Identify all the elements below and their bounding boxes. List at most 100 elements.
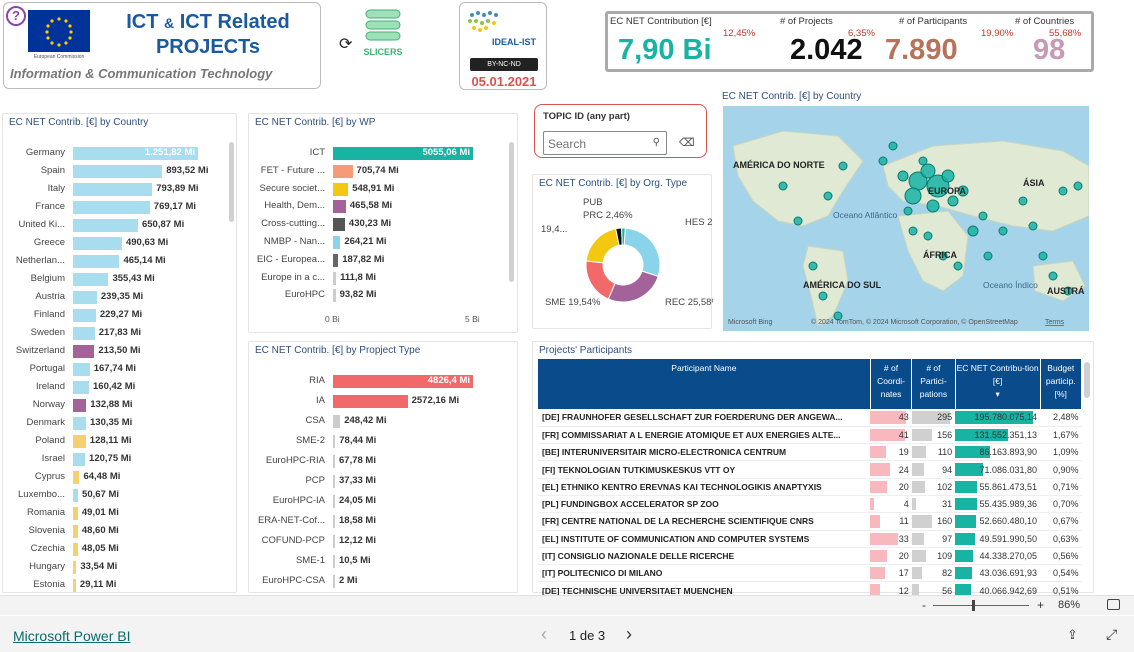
bar-mark[interactable] [73, 489, 79, 502]
bar-mark[interactable] [333, 495, 335, 508]
table-row[interactable]: [EL] INSTITUTE OF COMMUNICATION AND COMP… [538, 530, 1082, 548]
map-bubble[interactable] [923, 231, 933, 241]
powerbi-link[interactable]: Microsoft Power BI [13, 628, 130, 644]
bar-mark[interactable] [73, 507, 78, 520]
donut-slice[interactable] [585, 260, 616, 300]
bar-row[interactable]: EuroHPC-CSA 2 Mi [249, 574, 511, 590]
table-row[interactable]: [PL] FUNDINGBOX ACCELERATOR SP ZOO 4 31 55.… [538, 495, 1082, 514]
bar-row[interactable]: Sweden 217,83 Mi [3, 326, 233, 342]
bar-mark[interactable] [333, 289, 336, 303]
col-coordinates[interactable]: # of Coordi-nates [870, 359, 913, 409]
bar-mark[interactable] [73, 471, 80, 484]
map-bubble[interactable] [978, 211, 988, 221]
table-row[interactable]: [FR] COMMISSARIAT A L ENERGIE ATOMIQUE E… [538, 426, 1082, 445]
map-bubble[interactable] [1058, 186, 1068, 196]
bar-mark[interactable] [73, 237, 122, 250]
search-icon[interactable]: ⚲ [653, 137, 660, 148]
map-bubble[interactable] [838, 161, 848, 171]
map-bubble[interactable] [897, 170, 909, 182]
bar-mark[interactable] [73, 345, 95, 358]
bar-mark[interactable] [73, 291, 97, 304]
table-row[interactable]: [IT] CONSIGLIO NAZIONALE DELLE RICERCHE 2… [538, 547, 1082, 566]
map-bubble[interactable] [818, 291, 828, 301]
bar-mark[interactable] [73, 435, 86, 448]
bar-row[interactable]: EuroHPC-IA 24,05 Mi [249, 494, 511, 510]
bar-row[interactable]: Estonia 29,11 Mi [3, 578, 233, 594]
bar-row[interactable]: Norway 132,88 Mi [3, 398, 233, 414]
map-bubble[interactable] [1018, 196, 1028, 206]
bar-mark[interactable] [73, 183, 153, 196]
wp-scrollbar[interactable] [509, 142, 514, 282]
table-row[interactable]: [IT] POLITECNICO DI MILANO 17 82 43.036.691… [538, 564, 1082, 583]
bar-row[interactable]: ERA-NET-Cof... 18,58 Mi [249, 514, 511, 530]
map-bubble[interactable] [1073, 181, 1083, 191]
bar-row[interactable]: Romania 49,01 Mi [3, 506, 233, 522]
bar-row[interactable]: EuroHPC-RIA 67,78 Mi [249, 454, 511, 470]
map-bubble[interactable] [983, 251, 993, 261]
bar-mark[interactable] [73, 309, 96, 322]
col-participations[interactable]: # of Partici-pations [911, 359, 956, 409]
map-bubble[interactable] [904, 187, 922, 205]
map-bubble[interactable] [941, 169, 955, 183]
bar-row[interactable]: Belgium 355,43 Mi [3, 272, 233, 288]
bar-mark[interactable] [73, 381, 90, 394]
map-bubble[interactable] [1028, 221, 1038, 231]
bar-row[interactable]: Cyprus 64,48 Mi [3, 470, 233, 486]
bar-mark[interactable] [73, 165, 163, 178]
map-bubble[interactable] [888, 141, 898, 151]
bar-mark[interactable] [333, 271, 337, 285]
map-bubble[interactable] [998, 226, 1008, 236]
bar-mark[interactable] [333, 164, 353, 178]
bar-mark[interactable] [333, 218, 345, 232]
bar-row[interactable]: France 769,17 Mi [3, 200, 233, 216]
bar-row[interactable]: Italy 793,89 Mi [3, 182, 233, 198]
bar-mark[interactable] [333, 575, 335, 588]
map-bubble[interactable] [953, 261, 963, 271]
map-bubble[interactable] [918, 156, 928, 166]
map-bubble[interactable] [908, 226, 918, 236]
world-map[interactable]: AMÉRICA DO NORTE Oceano Atlântico ÁSIA EURO… [723, 106, 1089, 331]
bar-row[interactable]: Greece 490,63 Mi [3, 236, 233, 252]
bar-row[interactable]: RIA 4826,4 Mi [249, 374, 511, 390]
bar-row[interactable]: Germany 1.251,82 Mi [3, 146, 233, 162]
bar-mark[interactable] [333, 535, 335, 548]
bar-mark[interactable] [73, 201, 150, 214]
map-bubble[interactable] [967, 225, 979, 237]
bar-row[interactable]: Europe in a c... 111,8 Mi [249, 271, 511, 287]
bar-row[interactable]: SME-2 78,44 Mi [249, 434, 511, 450]
slicers-button[interactable]: SLICERS [362, 8, 404, 57]
bar-mark[interactable] [333, 515, 335, 528]
bar-mark[interactable] [73, 399, 87, 412]
donut-slice[interactable] [585, 228, 620, 264]
bar-row[interactable]: ICT 5055,06 Mi [249, 146, 511, 162]
bar-row[interactable]: Portugal 167,74 Mi [3, 362, 233, 378]
col-participant-name[interactable]: Participant Name [538, 359, 871, 409]
bar-row[interactable]: EIC - Europea... 187,82 Mi [249, 253, 511, 269]
bar-row[interactable]: Austria 239,35 Mi [3, 290, 233, 306]
bar-mark[interactable] [333, 182, 349, 196]
fit-page-icon[interactable] [1107, 599, 1120, 610]
donut-slice[interactable] [623, 227, 661, 278]
bar-row[interactable]: NMBP - Nan... 264,21 Mi [249, 235, 511, 251]
bar-row[interactable]: CSA 248,42 Mi [249, 414, 511, 430]
bar-mark[interactable] [333, 236, 341, 249]
bar-row[interactable]: Health, Dem... 465,58 Mi [249, 199, 511, 215]
map-bubble[interactable] [793, 216, 803, 226]
zoom-minus[interactable]: - [922, 598, 926, 612]
map-bubble[interactable] [878, 156, 888, 166]
topic-search-input[interactable] [548, 135, 644, 152]
bar-mark[interactable] [73, 579, 76, 592]
donut-slice[interactable] [621, 227, 626, 246]
bar-row[interactable]: Israel 120,75 Mi [3, 452, 233, 468]
bar-row[interactable]: Switzerland 213,50 Mi [3, 344, 233, 360]
table-row[interactable]: [BE] INTERUNIVERSITAIR MICRO-ELECTRONICA… [538, 443, 1082, 462]
prev-page-button[interactable]: ‹ [541, 624, 547, 645]
share-icon[interactable]: ⇪ [1067, 627, 1078, 643]
zoom-plus[interactable]: + [1037, 598, 1044, 612]
bar-mark[interactable] [73, 255, 120, 268]
table-row[interactable]: [DE] FRAUNHOFER GESELLSCHAFT ZUR FOERDER… [538, 409, 1082, 427]
table-row[interactable]: [FI] TEKNOLOGIAN TUTKIMUSKESKUS VTT OY 24… [538, 460, 1082, 479]
map-bubble[interactable] [823, 191, 833, 201]
map-bubble[interactable] [903, 206, 913, 216]
bar-row[interactable]: Slovenia 48,60 Mi [3, 524, 233, 540]
